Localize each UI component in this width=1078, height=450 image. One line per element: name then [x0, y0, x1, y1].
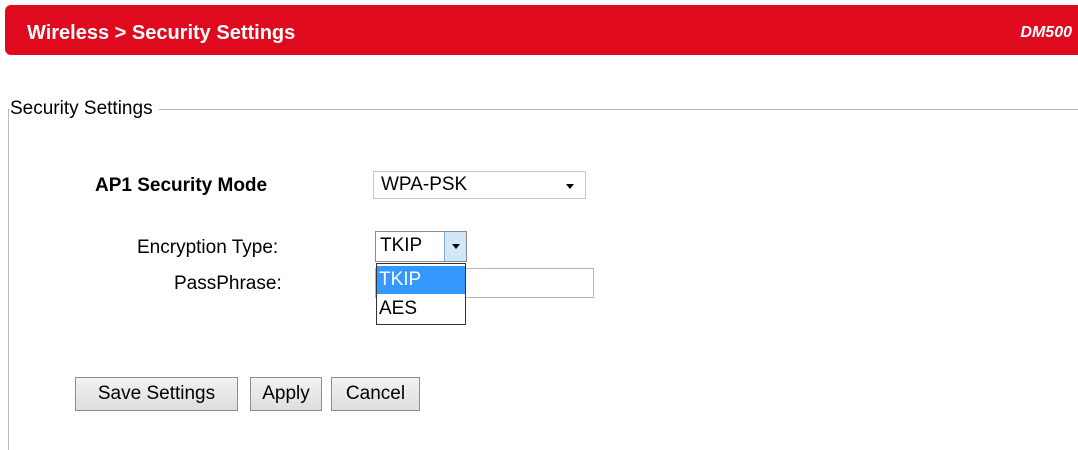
security-mode-select[interactable]: WPA-PSK — [373, 171, 586, 199]
cancel-button[interactable]: Cancel — [331, 377, 420, 411]
dropdown-option-tkip[interactable]: TKIP — [377, 266, 465, 294]
passphrase-label: PassPhrase: — [174, 273, 282, 294]
header-bar: Wireless > Security Settings DM500 — [5, 5, 1078, 55]
model-label: DM500 — [1020, 24, 1072, 41]
encryption-type-select[interactable]: TKIP — [375, 231, 467, 262]
encryption-type-label: Encryption Type: — [137, 237, 279, 258]
chevron-down-icon[interactable] — [444, 232, 466, 261]
fieldset-legend: Security Settings — [10, 99, 159, 119]
apply-button[interactable]: Apply — [250, 377, 322, 411]
chevron-down-icon — [566, 184, 574, 189]
security-mode-value: WPA-PSK — [381, 174, 468, 195]
encryption-dropdown-list: TKIP AES — [376, 263, 466, 325]
breadcrumb: Wireless > Security Settings — [27, 22, 296, 44]
save-settings-button[interactable]: Save Settings — [75, 377, 238, 411]
security-mode-label: AP1 Security Mode — [95, 175, 268, 196]
dropdown-option-aes[interactable]: AES — [377, 295, 465, 323]
encryption-type-value: TKIP — [380, 235, 423, 256]
